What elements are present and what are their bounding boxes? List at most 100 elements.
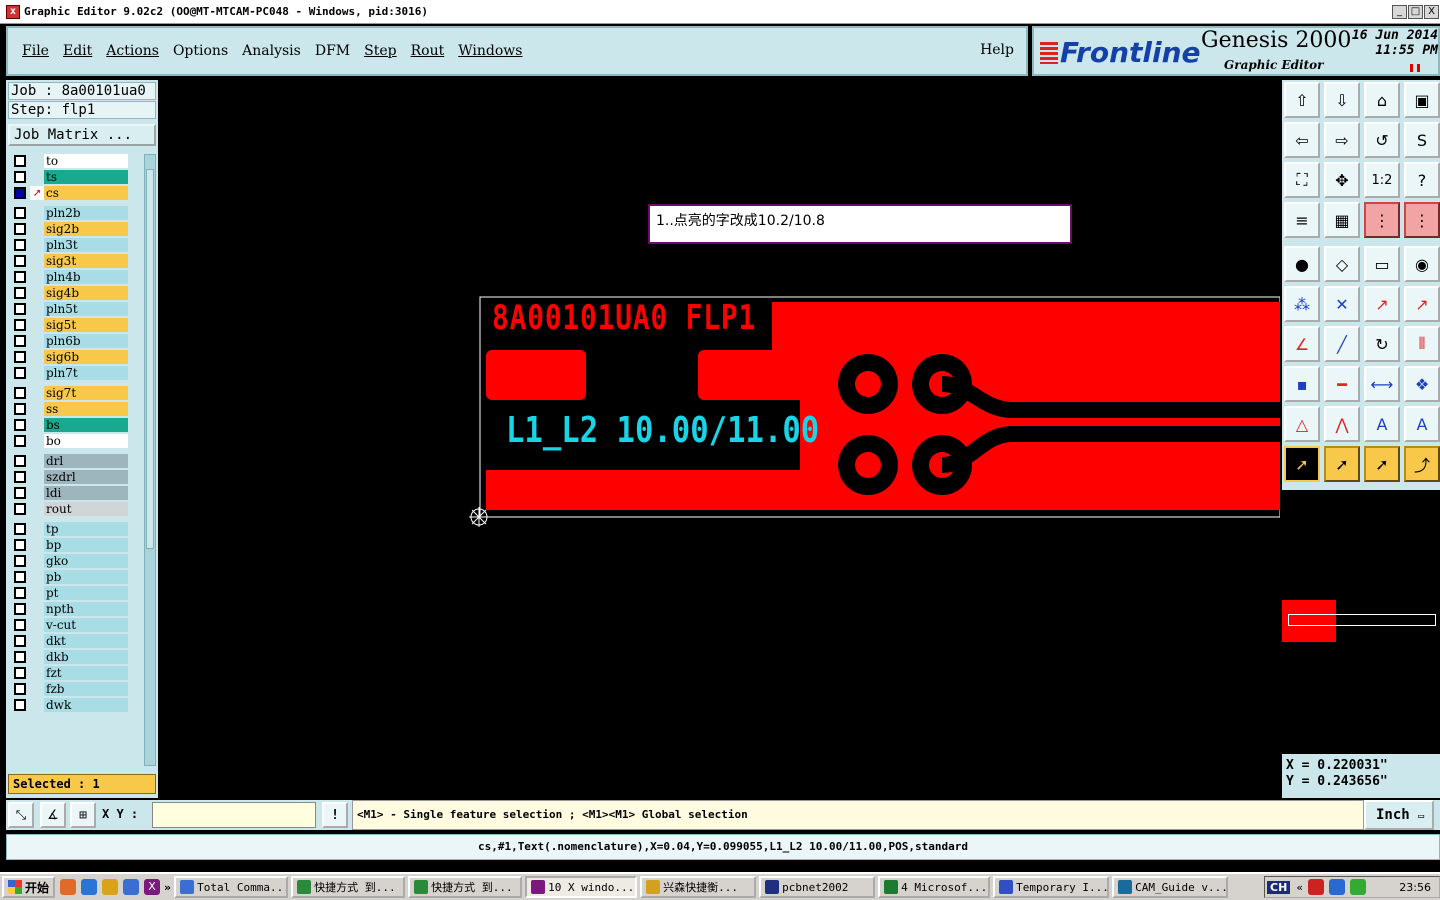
layer-list-scrollbar[interactable] [144,154,156,766]
unit-selector[interactable]: Inch ▭ [1364,800,1434,830]
home-up-icon[interactable]: ⇧ [1284,82,1320,118]
start-button[interactable]: 开始 [2,876,56,898]
more-icon[interactable]: » [164,881,171,894]
fit-all-icon[interactable]: ⛶ [1284,162,1320,198]
help-icon[interactable]: ? [1404,162,1440,198]
layer-name[interactable]: sig4b [44,286,128,300]
layer-name[interactable]: dwk [44,698,128,712]
taskbar-task[interactable]: 兴森快捷衡... [640,876,757,898]
grid-icon[interactable]: ▦ [1324,202,1360,238]
layer-row[interactable]: bo [10,434,130,449]
scale-1-2-icon[interactable]: 1:2 [1364,162,1400,198]
layer-checkbox[interactable] [14,239,26,251]
layer-row[interactable]: ldi [10,486,130,501]
layer-name[interactable]: pln5t [44,302,128,316]
layer-name[interactable]: pln3t [44,238,128,252]
menu-file[interactable]: File [22,43,49,59]
clock-app-icon[interactable] [102,879,119,895]
layer-row[interactable]: npth [10,602,130,617]
scrollbar-thumb[interactable] [146,169,154,549]
layer-name[interactable]: sig7t [44,386,128,400]
layer-checkbox[interactable] [14,455,26,467]
language-indicator[interactable]: CH [1267,880,1291,894]
taskbar-task[interactable]: 快捷方式 到... [408,876,523,898]
layer-checkbox[interactable] [14,503,26,515]
line-icon[interactable]: ↗ [1364,286,1400,322]
layer-name[interactable]: pln7t [44,366,128,380]
layer-checkbox[interactable] [14,651,26,663]
quicklaunch-app-icon[interactable] [60,879,77,895]
home-down-icon[interactable]: ⇩ [1324,82,1360,118]
arch-icon[interactable]: A [1364,406,1400,442]
layer-name[interactable]: sig2b [44,222,128,236]
connect-icon[interactable]: ⁂ [1284,286,1320,322]
apex-icon[interactable]: ⋀ [1324,406,1360,442]
layer-checkbox[interactable] [14,351,26,363]
layer-name[interactable]: ldi [44,486,128,500]
tray-expand-icon[interactable]: « [1296,881,1303,894]
circle-select-icon[interactable]: ◉ [1404,246,1440,282]
layer-row[interactable]: dkb [10,650,130,665]
layer-name[interactable]: fzt [44,666,128,680]
select-box-icon[interactable]: ➚ [1324,446,1360,482]
snap-angle-icon[interactable]: ∡ [40,802,66,828]
layer-row[interactable]: fzb [10,682,130,697]
layer-checkbox[interactable] [14,699,26,711]
taskbar-task[interactable]: 10 X windo... [525,876,638,898]
ruler-icon[interactable]: ▭ [1364,246,1400,282]
layer-row[interactable]: pln2b [10,206,130,221]
layer-checkbox[interactable] [14,419,26,431]
layer-name[interactable]: dkt [44,634,128,648]
menu-windows[interactable]: Windows [458,43,522,59]
layer-checkbox[interactable] [14,387,26,399]
layer-checkbox[interactable] [14,367,26,379]
layer-checkbox[interactable] [14,603,26,615]
pan-left-icon[interactable]: ⇦ [1284,122,1320,158]
layer-name[interactable]: v-cut [44,618,128,632]
group-icon[interactable]: ❖ [1404,366,1440,402]
layer-row[interactable]: fzt [10,666,130,681]
layer-row[interactable]: ts [10,170,130,185]
menu-dfm[interactable]: DFM [315,43,350,59]
menu-step[interactable]: Step [364,43,396,59]
snap-icon[interactable]: S [1404,122,1440,158]
layer-name[interactable]: cs [44,186,128,200]
measure-icon[interactable]: ≡ [1284,202,1320,238]
network-icon[interactable] [1329,879,1346,895]
layer-checkbox[interactable] [14,271,26,283]
net-icon[interactable]: ⋮ [1364,202,1400,238]
layer-name[interactable]: ts [44,170,128,184]
pan-right-icon[interactable]: ⇨ [1324,122,1360,158]
layer-checkbox[interactable] [14,335,26,347]
xwin-icon[interactable]: X [144,879,161,895]
exclaim-button[interactable]: ! [322,802,348,828]
layer-row[interactable]: drl [10,454,130,469]
layer-checkbox[interactable] [14,555,26,567]
layer-name[interactable]: drl [44,454,128,468]
taskbar-task[interactable]: CAM_Guide v... [1112,876,1229,898]
browser-icon[interactable] [123,879,140,895]
layer-row[interactable]: gko [10,554,130,569]
select-arrow-icon[interactable]: ➚ [1284,446,1320,482]
close-button[interactable]: X [1424,5,1439,19]
layer-checkbox[interactable] [14,155,26,167]
layer-checkbox[interactable] [14,523,26,535]
layer-name[interactable]: rout [44,502,128,516]
select-poly-icon[interactable]: ➚ [1364,446,1400,482]
menu-edit[interactable]: Edit [63,43,92,59]
snap-grid-icon[interactable]: ⊞ [70,802,96,828]
layer-checkbox[interactable] [14,171,26,183]
layer-name[interactable]: bo [44,434,128,448]
layer-row[interactable]: pb [10,570,130,585]
taskbar-task[interactable]: 快捷方式 到... [291,876,406,898]
triangle-icon[interactable]: △ [1284,406,1320,442]
pause-icon[interactable] [1410,64,1420,72]
taskbar-task[interactable]: pcbnet2002 [759,876,876,898]
layer-checkbox[interactable] [14,587,26,599]
layer-row[interactable]: sig3t [10,254,130,269]
resize-icon[interactable]: ⟷ [1364,366,1400,402]
layer-row[interactable]: bp [10,538,130,553]
layer-checkbox[interactable] [14,255,26,267]
add-surface-icon[interactable]: ◇ [1324,246,1360,282]
layer-checkbox[interactable] [14,187,26,199]
